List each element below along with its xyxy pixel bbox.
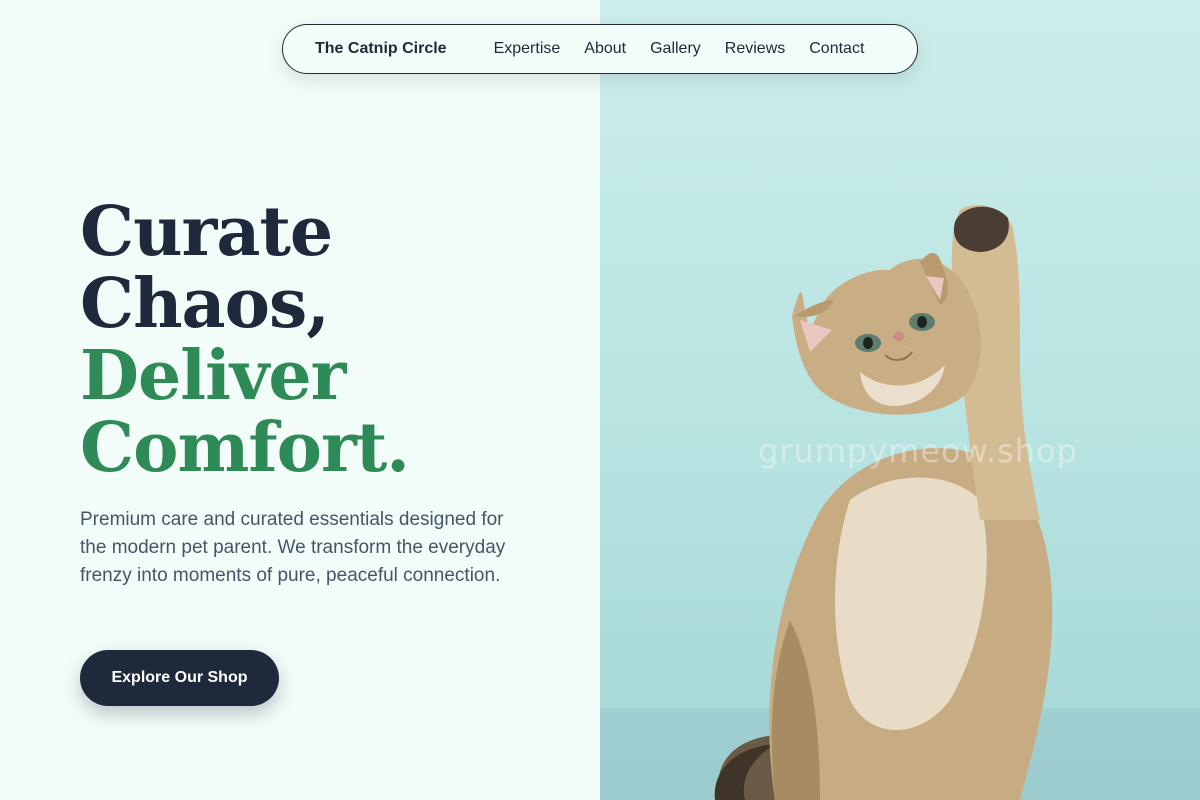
top-nav: The Catnip Circle Expertise About Galler… xyxy=(282,24,918,74)
nav-link-reviews[interactable]: Reviews xyxy=(725,40,785,58)
headline-line-2: Chaos, xyxy=(80,264,330,344)
nav-link-gallery[interactable]: Gallery xyxy=(650,40,701,58)
hero-headline: Curate Chaos, Deliver Comfort. xyxy=(80,192,410,488)
headline-line-1: Curate xyxy=(80,192,333,272)
hero-photo-pane: grumpymeow.shop xyxy=(600,0,1200,800)
explore-shop-button[interactable]: Explore Our Shop xyxy=(80,650,279,706)
kitten-photo xyxy=(714,205,1053,800)
photo-watermark: grumpymeow.shop xyxy=(758,432,1078,470)
nav-link-contact[interactable]: Contact xyxy=(809,40,864,58)
nav-links: Expertise About Gallery Reviews Contact xyxy=(494,40,865,58)
headline-line-3: Deliver xyxy=(80,336,346,416)
nav-link-expertise[interactable]: Expertise xyxy=(494,40,561,58)
nav-link-about[interactable]: About xyxy=(584,40,626,58)
brand-logo[interactable]: The Catnip Circle xyxy=(315,40,447,58)
hero-description: Premium care and curated essentials desi… xyxy=(80,509,506,586)
headline-line-4: Comfort. xyxy=(80,408,410,488)
